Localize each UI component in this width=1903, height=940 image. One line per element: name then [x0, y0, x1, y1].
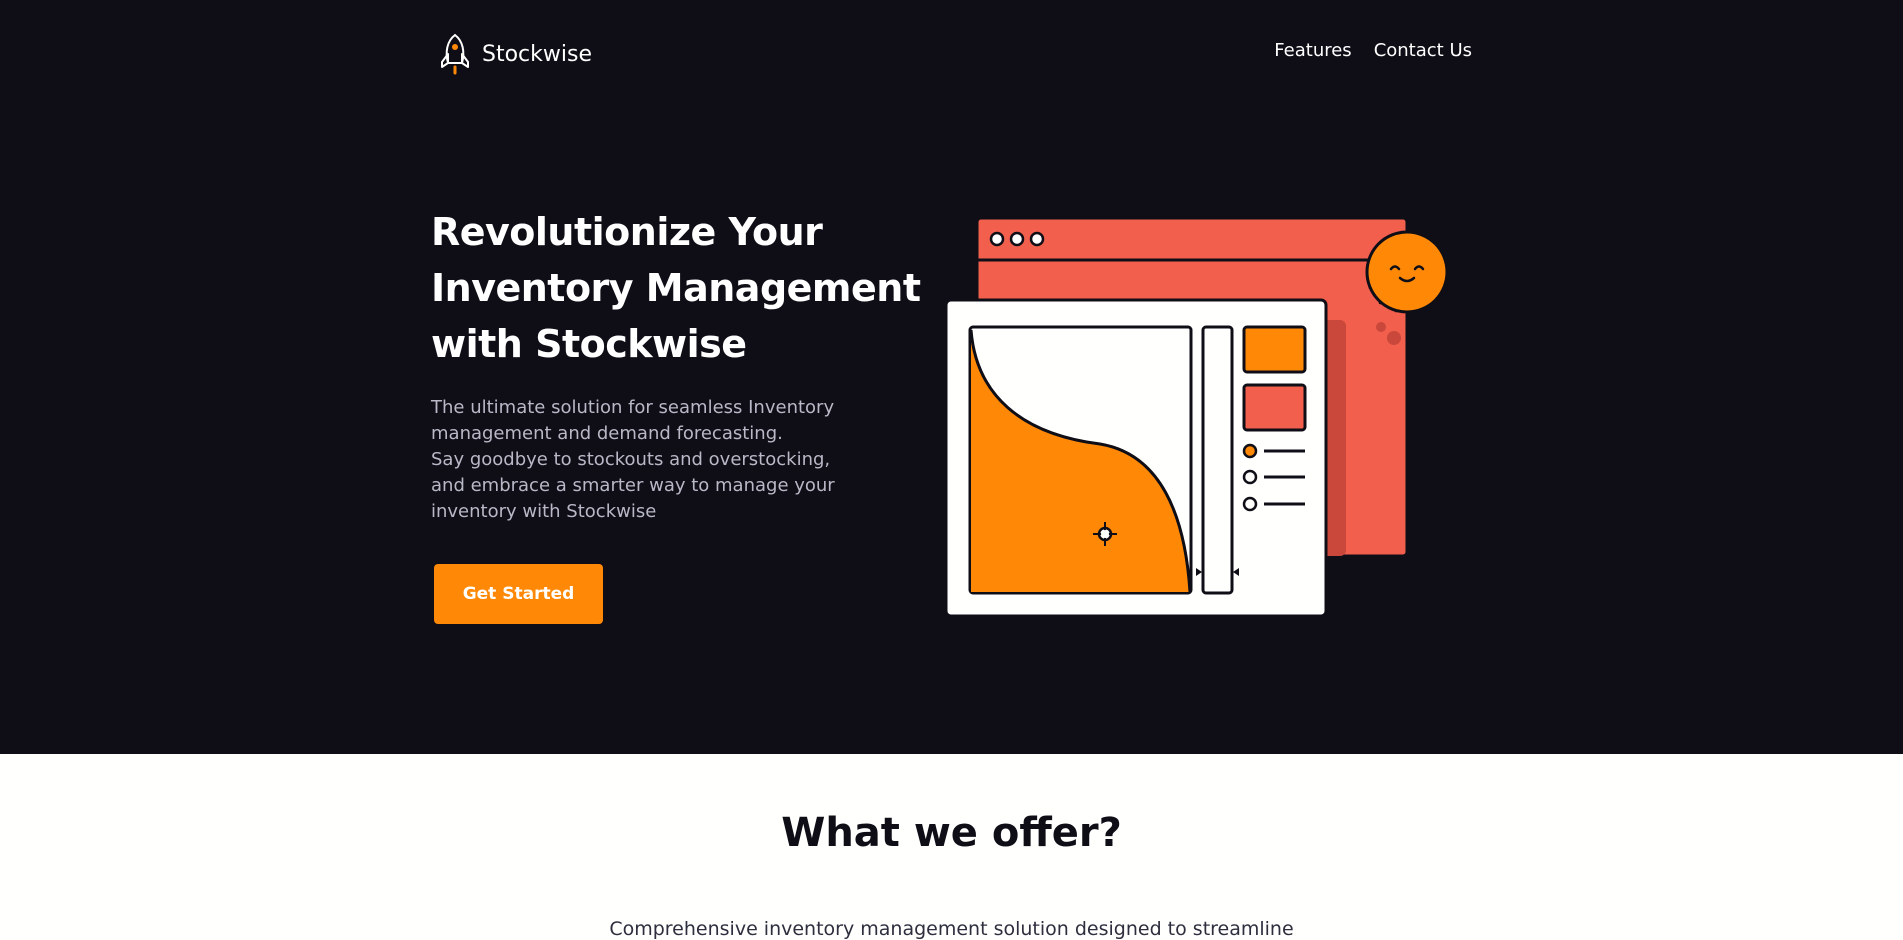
hero-description-line: and embrace a smarter way to manage your: [431, 475, 835, 496]
window-dot: [989, 231, 1005, 247]
hero-description-line: inventory with Stockwise: [431, 501, 657, 522]
hero-description: The ultimate solution for seamless Inven…: [431, 395, 871, 525]
red-swatch: [1242, 383, 1307, 432]
radio-option: [1242, 443, 1258, 459]
hero-description-line: Say goodbye to stockouts and overstockin…: [431, 449, 831, 470]
brand-logo[interactable]: Stockwise: [438, 32, 592, 76]
hero-title-line: Revolutionize Your: [431, 210, 823, 254]
hero-title: Revolutionize Your Inventory Management …: [431, 204, 951, 372]
hero-section: Stockwise Features Contact Us Revolution…: [0, 0, 1903, 754]
window-dot: [1009, 231, 1025, 247]
top-nav: Stockwise Features Contact Us: [0, 0, 1903, 106]
hero-title-line: with Stockwise: [431, 322, 747, 366]
radio-option: [1242, 469, 1258, 485]
nav-link-features[interactable]: Features: [1274, 40, 1351, 61]
get-started-button[interactable]: Get Started: [434, 564, 603, 624]
radio-option: [1242, 496, 1258, 512]
window-dot: [1029, 231, 1045, 247]
offer-section: What we offer? Comprehensive inventory m…: [0, 754, 1903, 940]
offer-description: Comprehensive inventory management solut…: [609, 918, 1294, 940]
brand-name: Stockwise: [482, 41, 592, 67]
offer-title: What we offer?: [781, 810, 1122, 856]
rocket-icon: [441, 33, 469, 75]
slider-track: [1201, 325, 1234, 595]
hero-description-line: management and demand forecasting.: [431, 423, 783, 444]
hero-illustration: [944, 216, 1449, 618]
hero-description-line: The ultimate solution for seamless Inven…: [431, 397, 835, 418]
nav-links: Features Contact Us: [1274, 40, 1472, 61]
orange-swatch: [1242, 325, 1307, 374]
sun-icon: [1365, 228, 1449, 315]
hero-title-line: Inventory Management: [431, 266, 921, 310]
nav-link-contact-us[interactable]: Contact Us: [1374, 40, 1472, 61]
